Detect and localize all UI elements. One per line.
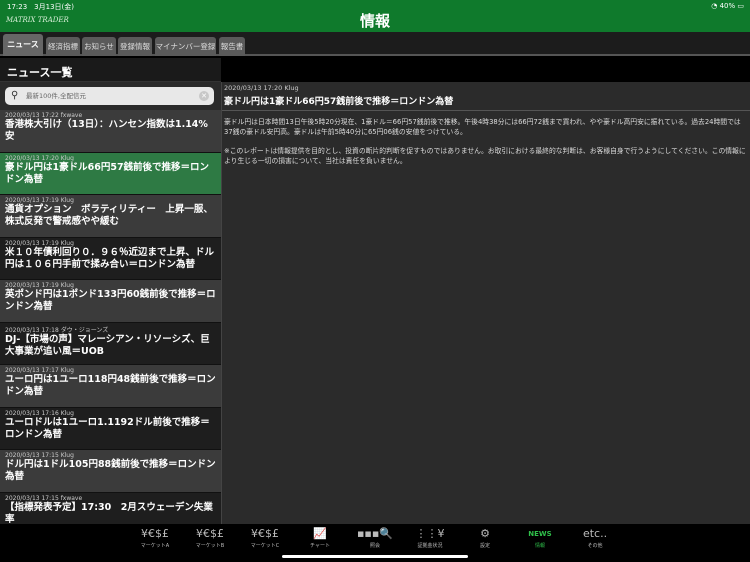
detail-header: 2020/03/13 17:20 Klug 豪ドル円は1豪ドル66円57銭前後で… <box>222 82 750 111</box>
nav-label: 情報 <box>534 543 545 549</box>
home-indicator[interactable] <box>282 555 468 558</box>
nav-label: マーケットA <box>140 543 170 549</box>
currency-icon: ¥€$£ <box>196 527 224 540</box>
list-item[interactable]: 2020/03/13 17:15 fxwave 【指標発表予定】17:30 2月ス… <box>0 492 221 525</box>
list-title: ニュース一覧 <box>0 58 221 82</box>
detail-meta: 2020/03/13 17:20 Klug <box>224 84 299 92</box>
currency-icon: ¥€$£ <box>141 527 169 540</box>
item-meta: 2020/03/13 17:19 Klug <box>5 239 74 247</box>
item-headline: DJ-【市場の声】マレーシアン・リソーシズ、巨大事業が追い風＝UOB <box>5 333 210 357</box>
detail-title: 豪ドル円は1豪ドル66円57銭前後で推移＝ロンドン為替 <box>224 97 454 107</box>
clear-icon[interactable]: ✕ <box>199 91 209 101</box>
tab-news[interactable]: ニュース <box>3 34 43 56</box>
list-item[interactable]: 2020/03/13 17:19 Klug 通貨オプション ボラティリティー 上昇… <box>0 195 221 238</box>
tab-bar: ニュース 経済指標 お知らせ 登録情報 マイナンバー登録 報告書 <box>0 32 750 56</box>
nav-label: 設定 <box>479 543 490 549</box>
nav-other[interactable]: etc.. その他 <box>570 526 620 549</box>
nav-label: マーケットC <box>250 543 280 549</box>
margin-icon: ⋮⋮¥ <box>415 527 445 540</box>
list-item[interactable]: 2020/03/13 17:18 ダウ・ジョーンズ DJ-【市場の声】マレーシアン… <box>0 322 221 365</box>
item-headline: ユーロ円は1ユーロ118円48銭前後で推移＝ロンドン為替 <box>5 374 216 397</box>
tab-registration[interactable]: 登録情報 <box>118 37 152 56</box>
nav-inquiry[interactable]: ▪▪▪🔍 照会 <box>350 526 400 549</box>
detail-text: 豪ドル円は日本時間13日午後5時20分現在、1豪ドル＝66円57銭前後で推移。午… <box>224 118 741 136</box>
item-headline: 通貨オプション ボラティリティー 上昇一服、株式反発で警戒感やや緩む <box>5 204 213 227</box>
item-meta: 2020/03/13 17:17 Klug <box>5 367 74 374</box>
list-item[interactable]: 2020/03/13 17:19 Klug 米１０年債利回り０．９６％近辺まで上昇… <box>0 237 221 280</box>
item-headline: 米１０年債利回り０．９６％近辺まで上昇、ドル円は１０６円手前で揉み合い＝ロンドン… <box>5 246 215 270</box>
list-item[interactable]: 2020/03/13 17:15 Klug ドル円は1ドル105円88銭前後で推移… <box>0 450 221 493</box>
page-title: 情報 <box>359 12 390 30</box>
news-detail: 2020/03/13 17:20 Klug 豪ドル円は1豪ドル66円57銭前後で… <box>221 82 750 524</box>
gear-icon: ⚙ <box>480 527 490 540</box>
nav-market-c[interactable]: ¥€$£ マーケットC <box>240 526 290 549</box>
item-headline: 英ポンド円は1ポンド133円60銭前後で推移＝ロンドン為替 <box>5 289 216 312</box>
nav-market-b[interactable]: ¥€$£ マーケットB <box>185 526 235 549</box>
search-icon: ▪▪▪🔍 <box>356 527 394 540</box>
item-headline: 【指標発表予定】17:30 2月スウェーデン失業率 <box>5 501 213 525</box>
tab-mynumber[interactable]: マイナンバー登録 <box>155 37 216 56</box>
search-bar: ⚲ 最新100件,全配信元 ✕ <box>0 82 221 110</box>
app-header: 17:23 3月13日(金) MATRIX TRADER 情報 ◔ 40% ▭ <box>0 0 750 32</box>
nav-market-a[interactable]: ¥€$£ マーケットA <box>130 526 180 549</box>
detail-disclaimer: ※このレポートは情報提供を目的とし、投資の断片的判断を促すものではありません。お… <box>224 147 746 165</box>
currency-icon: ¥€$£ <box>251 527 279 540</box>
chart-icon: 📈 <box>313 527 327 540</box>
nav-margin-status[interactable]: ⋮⋮¥ 証拠金状況 <box>405 526 455 549</box>
battery-level: 40% <box>719 2 736 10</box>
item-meta: 2020/03/13 17:15 fxwave <box>5 494 83 502</box>
item-meta: 2020/03/13 17:19 Klug <box>5 197 74 204</box>
battery-status: ◔ 40% ▭ <box>711 2 744 10</box>
nav-label: その他 <box>587 543 603 549</box>
etc-icon: etc.. <box>582 527 608 540</box>
item-meta: 2020/03/13 17:19 Klug <box>5 282 74 289</box>
item-headline: ユーロドルは1ユーロ1.1192ドル前後で推移＝ロンドン為替 <box>5 416 210 440</box>
list-item[interactable]: 2020/03/13 17:22 fxwave 香港株大引け（13日）：ハンセン指… <box>0 110 221 153</box>
item-meta: 2020/03/13 17:20 Klug <box>5 154 74 162</box>
search-icon: ⚲ <box>11 90 19 101</box>
nav-label: チャート <box>310 543 330 549</box>
nav-settings[interactable]: ⚙ 設定 <box>460 526 510 549</box>
search-input[interactable]: ⚲ 最新100件,全配信元 ✕ <box>5 87 214 105</box>
nav-label: マーケットB <box>195 543 225 549</box>
news-list[interactable]: 2020/03/13 17:22 fxwave 香港株大引け（13日）：ハンセン指… <box>0 110 221 524</box>
nav-news[interactable]: NEWS 情報 <box>515 526 565 549</box>
list-item[interactable]: 2020/03/13 17:16 Klug ユーロドルは1ユーロ1.1192ドル前… <box>0 407 221 450</box>
item-meta: 2020/03/13 17:15 Klug <box>5 452 74 459</box>
nav-label: 照会 <box>369 543 380 549</box>
list-item[interactable]: 2020/03/13 17:17 Klug ユーロ円は1ユーロ118円48銭前後で… <box>0 365 221 408</box>
nav-chart[interactable]: 📈 チャート <box>295 526 345 549</box>
item-headline: 香港株大引け（13日）：ハンセン指数は1.14%安 <box>5 119 208 142</box>
detail-body: 豪ドル円は日本時間13日午後5時20分現在、1豪ドル＝66円57銭前後で推移。午… <box>222 111 750 181</box>
nav-label: 証拠金状況 <box>417 543 443 549</box>
item-meta: 2020/03/13 17:22 fxwave <box>5 112 83 119</box>
item-meta: 2020/03/13 17:18 ダウ・ジョーンズ <box>5 326 109 334</box>
news-icon: NEWS <box>528 530 552 538</box>
list-item[interactable]: 2020/03/13 17:19 Klug 英ポンド円は1ポンド133円60銭前後… <box>0 280 221 323</box>
tab-reports[interactable]: 報告書 <box>219 37 245 56</box>
item-headline: 豪ドル円は1豪ドル66円57銭前後で推移＝ロンドン為替 <box>5 161 210 185</box>
tab-notices[interactable]: お知らせ <box>82 37 116 56</box>
tab-economic-indicators[interactable]: 経済指標 <box>46 37 80 56</box>
item-headline: ドル円は1ドル105円88銭前後で推移＝ロンドン為替 <box>5 459 216 482</box>
search-placeholder: 最新100件,全配信元 <box>26 92 86 100</box>
item-meta: 2020/03/13 17:16 Klug <box>5 409 74 417</box>
list-item-selected[interactable]: 2020/03/13 17:20 Klug 豪ドル円は1豪ドル66円57銭前後で推… <box>0 152 221 195</box>
